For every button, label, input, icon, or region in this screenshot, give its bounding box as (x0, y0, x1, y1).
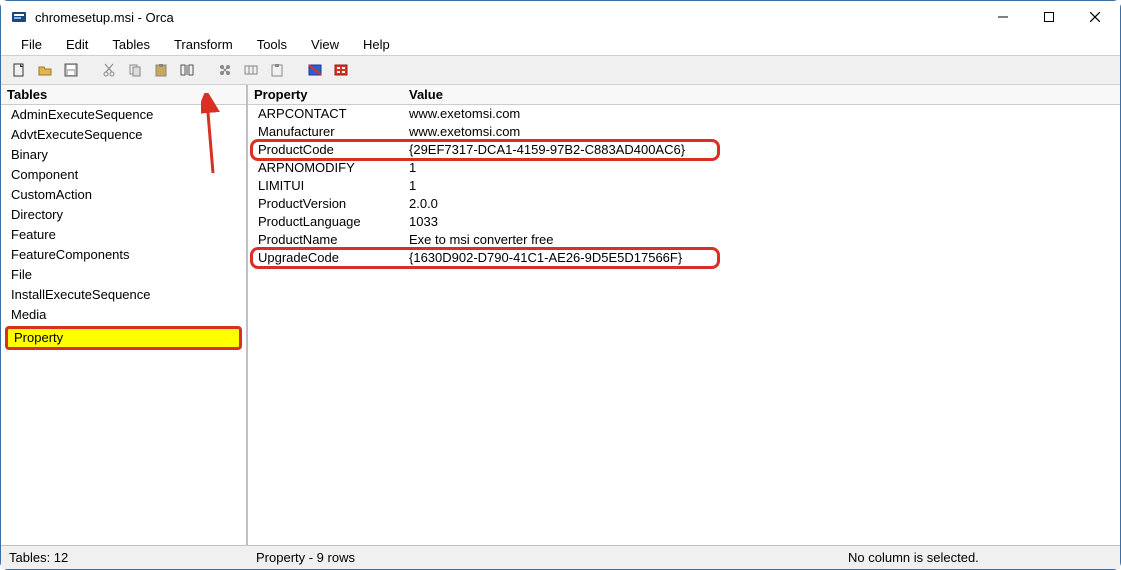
grid-rows[interactable]: ARPCONTACTwww.exetomsi.comManufacturerww… (248, 105, 1120, 545)
table-item[interactable]: AdminExecuteSequence (1, 105, 246, 125)
table-item[interactable]: Binary (1, 145, 246, 165)
toolbar (1, 55, 1120, 85)
table-row[interactable]: ARPNOMODIFY1 (248, 159, 1120, 177)
cell-property[interactable]: ProductName (248, 231, 403, 249)
cell-property[interactable]: Manufacturer (248, 123, 403, 141)
cell-property[interactable]: ARPNOMODIFY (248, 159, 403, 177)
title-bar: chromesetup.msi - Orca (1, 1, 1120, 33)
grid-panel: Property Value ARPCONTACTwww.exetomsi.co… (248, 85, 1120, 545)
grid-header: Property Value (248, 85, 1120, 105)
cell-value[interactable]: 1033 (403, 213, 1120, 231)
cell-value[interactable]: 2.0.0 (403, 195, 1120, 213)
minimize-button[interactable] (980, 2, 1026, 32)
table-item[interactable]: Property (5, 326, 242, 350)
table-row[interactable]: ProductLanguage1033 (248, 213, 1120, 231)
table-item[interactable]: CustomAction (1, 185, 246, 205)
menu-edit[interactable]: Edit (56, 35, 98, 54)
save-file-icon[interactable] (59, 58, 83, 82)
table-row[interactable]: ProductVersion2.0.0 (248, 195, 1120, 213)
schema-icon[interactable] (329, 58, 353, 82)
table-item[interactable]: Media (1, 305, 246, 325)
app-icon (11, 9, 27, 25)
menu-bar: File Edit Tables Transform Tools View He… (1, 33, 1120, 55)
content-area: Tables AdminExecuteSequenceAdvtExecuteSe… (1, 85, 1120, 545)
cell-property[interactable]: ProductCode (248, 141, 403, 159)
table-add-icon[interactable] (239, 58, 263, 82)
menu-tables[interactable]: Tables (102, 35, 160, 54)
menu-tools[interactable]: Tools (247, 35, 297, 54)
table-row[interactable]: ProductCode{29EF7317-DCA1-4159-97B2-C883… (248, 141, 1120, 159)
window-title: chromesetup.msi - Orca (35, 10, 174, 25)
table-row[interactable]: Manufacturerwww.exetomsi.com (248, 123, 1120, 141)
transform-icon[interactable] (213, 58, 237, 82)
tables-panel: Tables AdminExecuteSequenceAdvtExecuteSe… (1, 85, 248, 545)
clipboard-icon[interactable] (265, 58, 289, 82)
table-item[interactable]: AdvtExecuteSequence (1, 125, 246, 145)
column-header-property[interactable]: Property (248, 85, 403, 104)
cell-property[interactable]: ProductLanguage (248, 213, 403, 231)
close-button[interactable] (1072, 2, 1118, 32)
open-file-icon[interactable] (33, 58, 57, 82)
table-item[interactable]: Component (1, 165, 246, 185)
cell-value[interactable]: {1630D902-D790-41C1-AE26-9D5E5D17566F} (403, 249, 1120, 267)
cell-value[interactable]: 1 (403, 177, 1120, 195)
status-column-selection: No column is selected. (840, 550, 1120, 565)
menu-help[interactable]: Help (353, 35, 400, 54)
new-file-icon[interactable] (7, 58, 31, 82)
copy-icon[interactable] (123, 58, 147, 82)
cell-value[interactable]: 1 (403, 159, 1120, 177)
table-row[interactable]: UpgradeCode{1630D902-D790-41C1-AE26-9D5E… (248, 249, 1120, 267)
table-item[interactable]: InstallExecuteSequence (1, 285, 246, 305)
column-header-value[interactable]: Value (403, 85, 1120, 104)
table-item[interactable]: FeatureComponents (1, 245, 246, 265)
table-item[interactable]: Directory (1, 205, 246, 225)
status-bar: Tables: 12 Property - 9 rows No column i… (1, 545, 1120, 569)
cell-property[interactable]: ARPCONTACT (248, 105, 403, 123)
status-tables-count: Tables: 12 (1, 550, 248, 565)
status-row-count: Property - 9 rows (248, 550, 840, 565)
maximize-button[interactable] (1026, 2, 1072, 32)
cut-icon[interactable] (97, 58, 121, 82)
cell-property[interactable]: ProductVersion (248, 195, 403, 213)
table-row[interactable]: ProductNameExe to msi converter free (248, 231, 1120, 249)
tables-header[interactable]: Tables (1, 85, 246, 105)
cell-value[interactable]: www.exetomsi.com (403, 105, 1120, 123)
cell-value[interactable]: Exe to msi converter free (403, 231, 1120, 249)
cell-value[interactable]: {29EF7317-DCA1-4159-97B2-C883AD400AC6} (403, 141, 1120, 159)
menu-file[interactable]: File (11, 35, 52, 54)
table-row[interactable]: ARPCONTACTwww.exetomsi.com (248, 105, 1120, 123)
cell-property[interactable]: LIMITUI (248, 177, 403, 195)
menu-view[interactable]: View (301, 35, 349, 54)
table-row[interactable]: LIMITUI1 (248, 177, 1120, 195)
table-item[interactable]: File (1, 265, 246, 285)
tables-list[interactable]: AdminExecuteSequenceAdvtExecuteSequenceB… (1, 105, 246, 545)
menu-transform[interactable]: Transform (164, 35, 243, 54)
cell-value[interactable]: www.exetomsi.com (403, 123, 1120, 141)
validate-icon[interactable] (303, 58, 327, 82)
cell-property[interactable]: UpgradeCode (248, 249, 403, 267)
table-item[interactable]: Feature (1, 225, 246, 245)
paste-icon[interactable] (149, 58, 173, 82)
guid-icon[interactable] (175, 58, 199, 82)
